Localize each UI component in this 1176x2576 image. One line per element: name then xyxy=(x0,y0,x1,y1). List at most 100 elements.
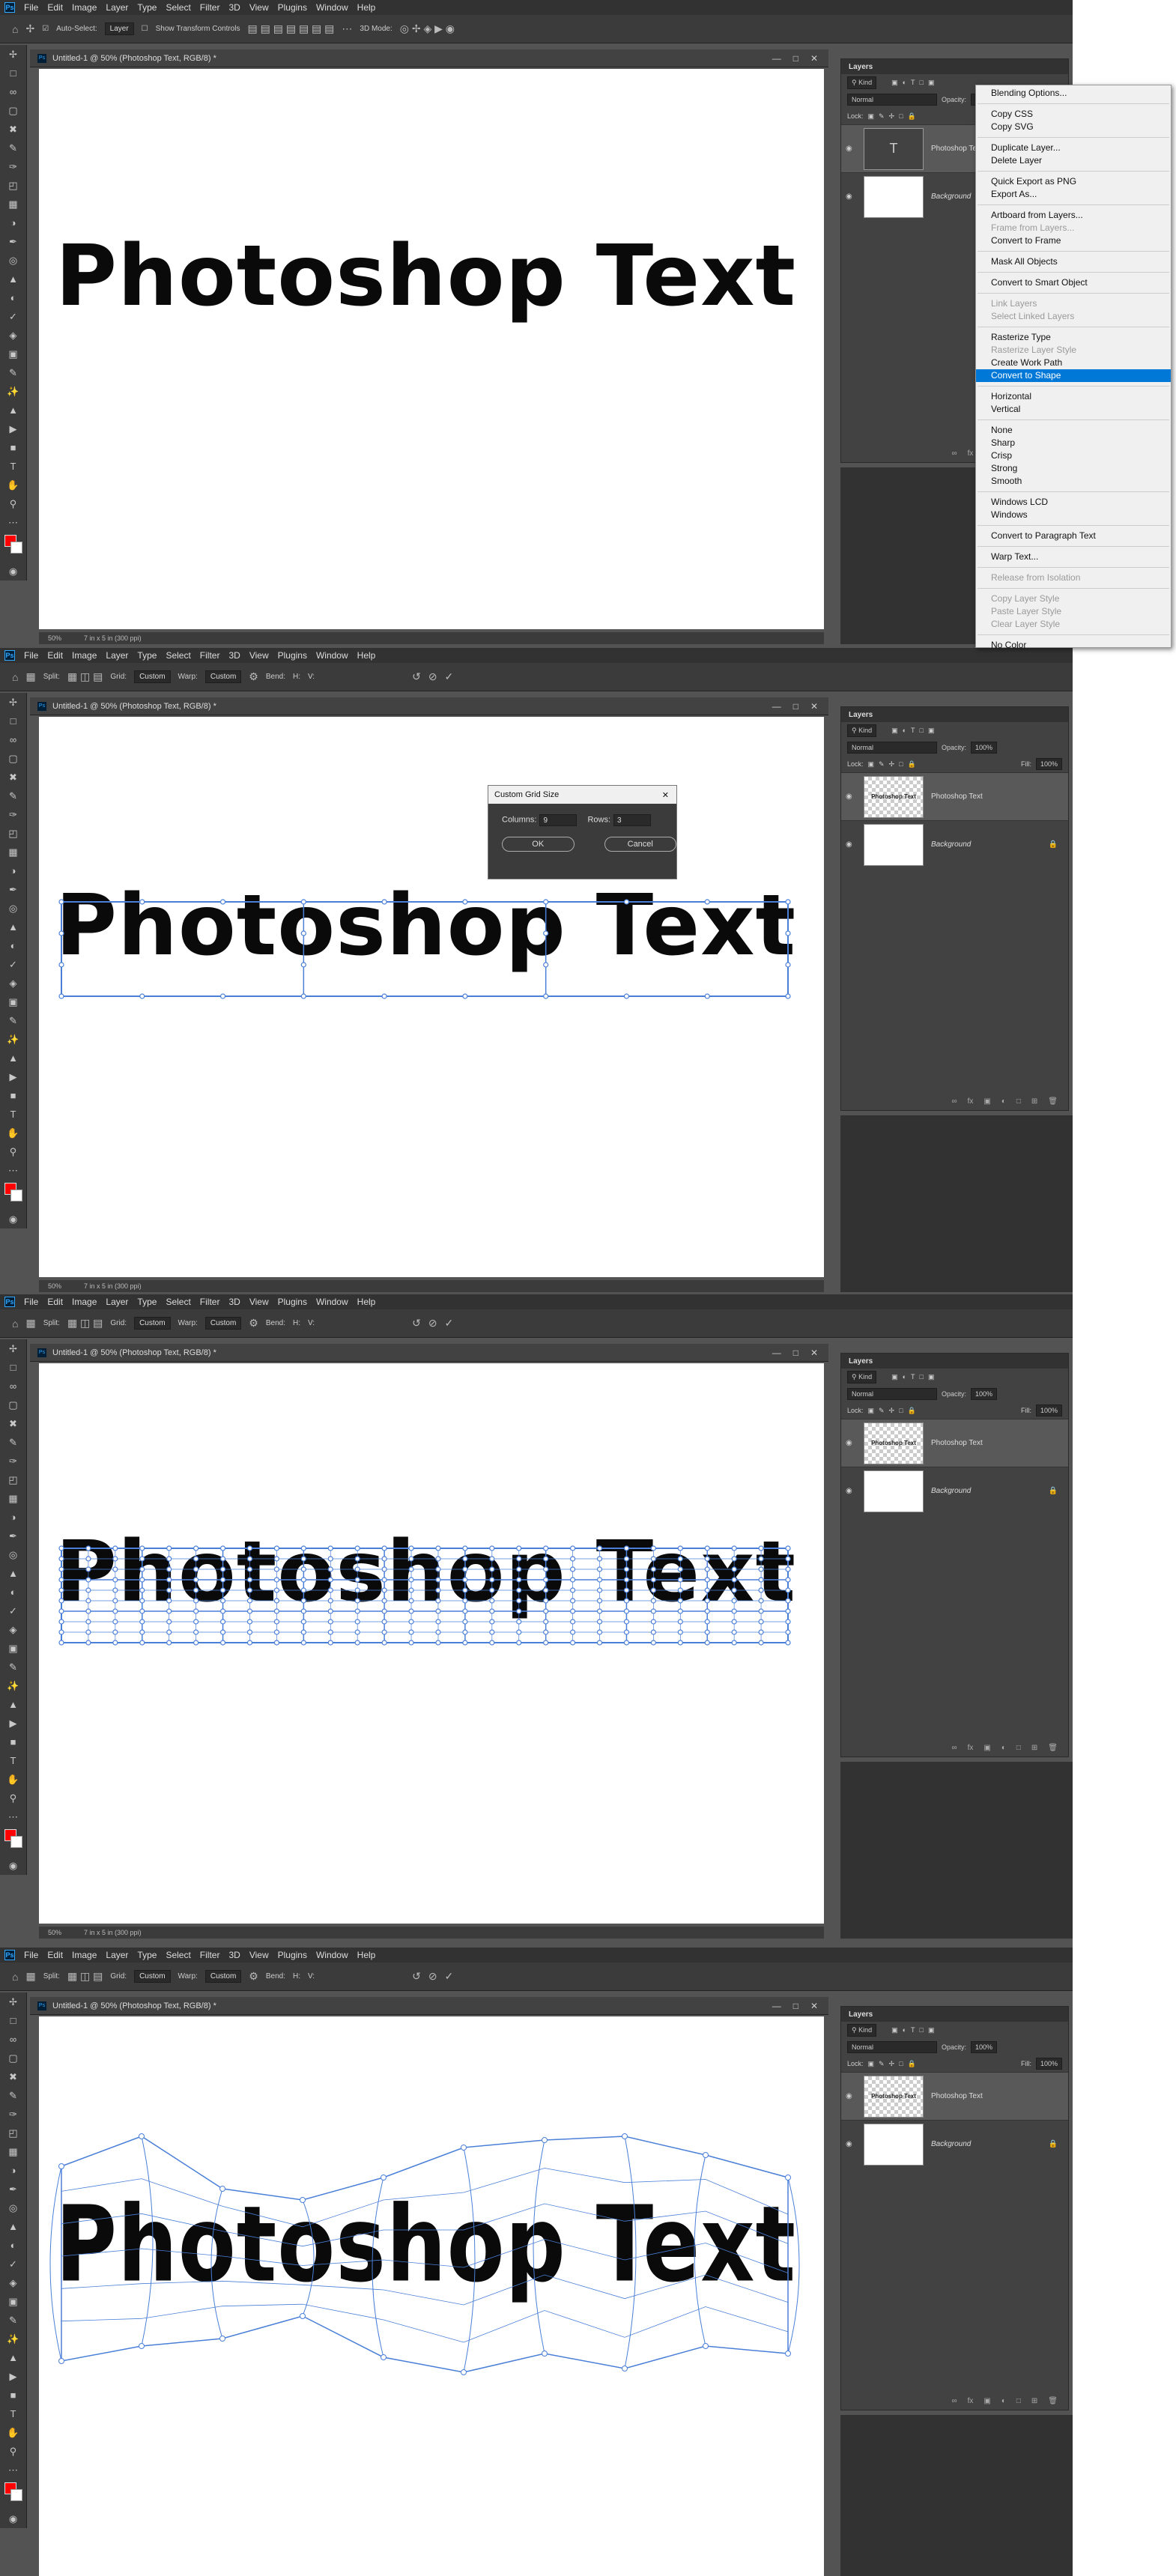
clone-stamp-icon[interactable]: ◑ xyxy=(0,213,26,232)
warp-grid[interactable] xyxy=(39,717,824,1277)
color-swatches[interactable] xyxy=(0,1826,26,1856)
hand-icon[interactable]: ✋ xyxy=(0,1124,26,1142)
opacity-input[interactable]: 100% xyxy=(971,2041,998,2053)
maximize-icon[interactable]: □ xyxy=(793,1348,798,1358)
context-menu-item[interactable]: Vertical xyxy=(976,403,1171,416)
visibility-eye-icon[interactable]: ◉ xyxy=(846,840,856,849)
menu-help[interactable]: Help xyxy=(353,1950,381,1960)
background-color[interactable] xyxy=(10,542,22,554)
menu-3d[interactable]: 3D xyxy=(224,2,244,13)
marquee-icon[interactable]: □ xyxy=(0,712,26,730)
home-icon[interactable]: ⌂ xyxy=(12,1318,18,1330)
gradient-icon[interactable]: ▲ xyxy=(0,918,26,936)
eyedropper-icon[interactable]: ✑ xyxy=(0,2105,26,2124)
object-select-icon[interactable]: ▢ xyxy=(0,1395,26,1414)
visibility-eye-icon[interactable]: ◉ xyxy=(846,2092,856,2100)
mask-icon[interactable]: ▣ xyxy=(983,1744,990,1752)
kind-filter[interactable]: ⚲ Kind xyxy=(847,2024,877,2037)
layer-name[interactable]: Background xyxy=(931,1487,971,1495)
zoom-icon[interactable]: ⚲ xyxy=(0,1142,26,1161)
clone-stamp-icon[interactable]: ◑ xyxy=(0,861,26,880)
minimize-icon[interactable]: — xyxy=(772,1348,781,1358)
move-tool-icon[interactable]: ✢ xyxy=(0,693,26,712)
menu-filter[interactable]: Filter xyxy=(196,650,225,661)
filter-icons[interactable]: ▣◐T□▣ xyxy=(891,79,939,87)
menu-edit[interactable]: Edit xyxy=(43,650,67,661)
blend-mode-select[interactable]: Normal xyxy=(847,742,937,754)
brush-icon[interactable]: ▦ xyxy=(0,1489,26,1508)
lasso-icon[interactable]: ∞ xyxy=(0,82,26,101)
clone-stamp-icon[interactable]: ◑ xyxy=(0,2161,26,2180)
close-icon[interactable]: ✕ xyxy=(810,53,818,64)
crop-icon[interactable]: ✖ xyxy=(0,1414,26,1433)
layer-name[interactable]: Background xyxy=(931,840,971,849)
canvas[interactable]: Photoshop Text xyxy=(39,717,824,1277)
lock-icons[interactable]: ▣✎✢□🔒 xyxy=(868,1407,921,1415)
visibility-eye-icon[interactable]: ◉ xyxy=(846,145,856,153)
mask-icon[interactable]: ▣ xyxy=(983,2397,990,2405)
direct-select-icon[interactable]: ▲ xyxy=(0,1049,26,1067)
close-icon[interactable]: ✕ xyxy=(810,2001,818,2011)
history-brush-icon[interactable]: ✒ xyxy=(0,1527,26,1545)
context-menu-item[interactable]: Create Work Path xyxy=(976,357,1171,369)
menu-filter[interactable]: Filter xyxy=(196,2,225,13)
brush-icon[interactable]: ▦ xyxy=(0,2142,26,2161)
quick-mask-icon[interactable]: ◉ xyxy=(0,562,26,581)
warp-dropdown[interactable]: Custom xyxy=(204,1317,242,1330)
menu-layer[interactable]: Layer xyxy=(101,1950,133,1960)
menu-edit[interactable]: Edit xyxy=(43,1297,67,1307)
menu-window[interactable]: Window xyxy=(312,1950,353,1960)
group-icon[interactable]: □ xyxy=(1016,1744,1021,1752)
opacity-input[interactable]: 100% xyxy=(971,1388,998,1400)
visibility-eye-icon[interactable]: ◉ xyxy=(846,793,856,801)
layer-name[interactable]: Photoshop Text xyxy=(931,1439,983,1447)
layer-name[interactable]: Photoshop Text xyxy=(931,2092,983,2100)
group-icon[interactable]: □ xyxy=(1016,1097,1021,1106)
fill-input[interactable]: 100% xyxy=(1035,1404,1062,1416)
minimize-icon[interactable]: — xyxy=(772,53,781,64)
direct-select-icon[interactable]: ▲ xyxy=(0,2348,26,2367)
context-menu-item[interactable]: None xyxy=(976,424,1171,437)
crop-icon[interactable]: ✖ xyxy=(0,120,26,139)
menu-edit[interactable]: Edit xyxy=(43,2,67,13)
direct-select-icon[interactable]: ▲ xyxy=(0,1695,26,1714)
close-icon[interactable]: ✕ xyxy=(662,790,669,800)
quick-mask-icon[interactable]: ◉ xyxy=(0,2509,26,2528)
maximize-icon[interactable]: □ xyxy=(793,53,798,64)
filter-icons[interactable]: ▣◐T□▣ xyxy=(891,727,939,735)
link-icon[interactable]: ∞ xyxy=(951,2397,957,2405)
new-layer-icon[interactable]: ⊞ xyxy=(1031,1744,1037,1752)
fx-icon[interactable]: fx xyxy=(968,449,974,458)
context-menu-item[interactable]: Convert to Smart Object xyxy=(976,276,1171,289)
menu-view[interactable]: View xyxy=(245,2,273,13)
menu-help[interactable]: Help xyxy=(353,1297,381,1307)
menu-type[interactable]: Type xyxy=(133,1950,161,1960)
healing-icon[interactable]: ◰ xyxy=(0,2124,26,2142)
opacity-input[interactable]: 100% xyxy=(971,742,998,754)
menu-file[interactable]: File xyxy=(19,1950,43,1960)
cancel-icon[interactable]: ⊘ xyxy=(428,1317,437,1330)
menu-window[interactable]: Window xyxy=(312,2,353,13)
mask-icon[interactable]: ▣ xyxy=(983,1097,990,1106)
history-brush-icon[interactable]: ✒ xyxy=(0,2180,26,2198)
hand-icon[interactable]: ✋ xyxy=(0,2423,26,2442)
pen-icon[interactable]: ◈ xyxy=(0,2273,26,2292)
rectangle-icon[interactable]: ▶ xyxy=(0,1067,26,1086)
context-menu-item[interactable]: Convert to Paragraph Text xyxy=(976,530,1171,542)
reset-warp-icon[interactable]: ↺ xyxy=(412,1970,421,1983)
more-options-icon[interactable]: ⋯ xyxy=(342,22,352,35)
fx-icon[interactable]: fx xyxy=(968,2397,974,2405)
menu-filter[interactable]: Filter xyxy=(196,1297,225,1307)
fill-input[interactable]: 100% xyxy=(1035,2058,1062,2070)
layer-name[interactable]: Photoshop Text xyxy=(931,793,983,801)
custom-shape-icon[interactable]: ✨ xyxy=(0,2330,26,2348)
layer-background[interactable]: ◉ Background 🔒 xyxy=(841,2120,1068,2168)
layers-tab[interactable]: Layers xyxy=(841,2007,1068,2022)
auto-select-checkbox[interactable]: ☑ xyxy=(42,25,49,33)
dodge-icon[interactable]: ✓ xyxy=(0,1601,26,1620)
layers-tab[interactable]: Layers xyxy=(841,707,1068,722)
warp-mesh[interactable] xyxy=(39,2016,824,2576)
menu-select[interactable]: Select xyxy=(161,2,195,13)
zoom-level[interactable]: 50% xyxy=(48,1282,61,1290)
doc-info[interactable]: 7 in x 5 in (300 ppi) xyxy=(84,1929,142,1936)
